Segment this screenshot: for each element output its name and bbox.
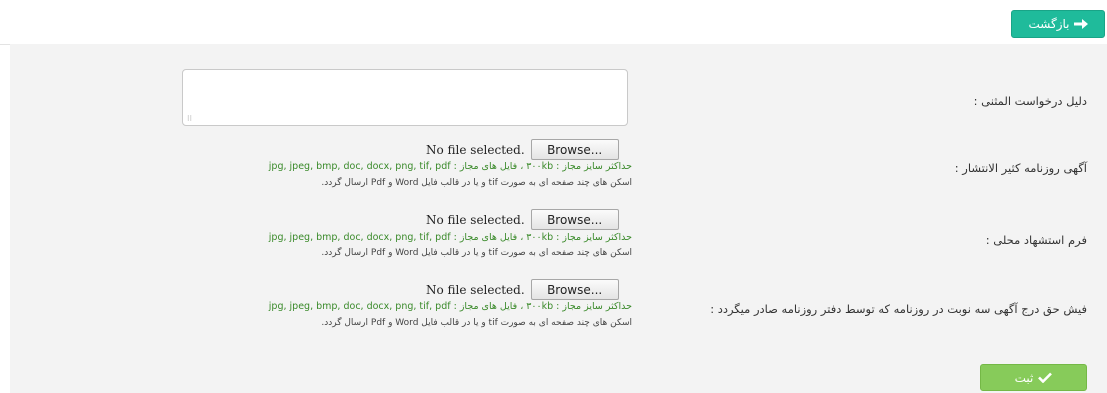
file-input-newspaper-ad: No file selected. Browse... <box>426 139 619 160</box>
browse-button[interactable]: Browse... <box>530 139 619 160</box>
upload-limits-hint: حداکثر سایز مجاز : ۳۰۰kb ، فایل های مجاز… <box>268 161 632 172</box>
file-status: No file selected. <box>426 212 525 227</box>
upload-scan-hint: اسکن های چند صفحه ای به صورت tif و یا در… <box>321 178 632 188</box>
back-button[interactable]: بازگشت <box>1011 10 1105 38</box>
upload-scan-hint: اسکن های چند صفحه ای به صورت tif و یا در… <box>321 248 632 258</box>
file-status: No file selected. <box>426 142 525 157</box>
browse-button[interactable]: Browse... <box>530 209 619 230</box>
arrow-right-icon <box>1073 19 1088 29</box>
reason-textarea[interactable]: ⁝⁝ <box>182 69 628 126</box>
back-button-label: بازگشت <box>1028 17 1070 31</box>
upload-limits-hint: حداکثر سایز مجاز : ۳۰۰kb ، فایل های مجاز… <box>268 301 632 312</box>
top-bar: بازگشت <box>0 0 1107 45</box>
file-status: No file selected. <box>426 282 525 297</box>
file-input-ad-fee-receipt: No file selected. Browse... <box>426 279 619 300</box>
resize-grip-icon[interactable]: ⁝⁝ <box>187 114 192 123</box>
field-label-testimony-form: فرم استشهاد محلی : <box>985 233 1087 247</box>
field-label-ad-fee-receipt: فیش حق درج آگهی سه نوبت در روزنامه که تو… <box>710 302 1087 316</box>
submit-button-label: ثبت <box>1014 370 1034 385</box>
field-label-reason: دلیل درخواست المثنی : <box>973 94 1087 108</box>
browse-button[interactable]: Browse... <box>530 279 619 300</box>
field-label-newspaper-ad: آگهی روزنامه کثیر الانتشار : <box>954 161 1087 175</box>
file-input-testimony-form: No file selected. Browse... <box>426 209 619 230</box>
check-icon <box>1038 372 1053 383</box>
upload-scan-hint: اسکن های چند صفحه ای به صورت tif و یا در… <box>321 318 632 328</box>
upload-limits-hint: حداکثر سایز مجاز : ۳۰۰kb ، فایل های مجاز… <box>268 232 632 243</box>
submit-button[interactable]: ثبت <box>980 364 1087 391</box>
